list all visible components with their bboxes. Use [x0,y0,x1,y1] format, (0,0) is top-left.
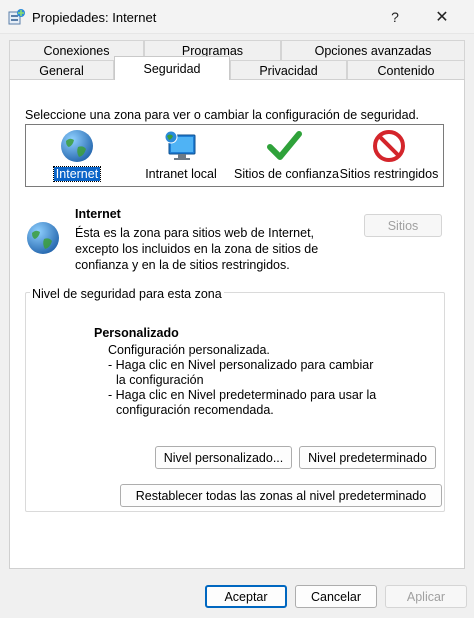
tab-general[interactable]: General [9,60,114,80]
reset-all-zones-button[interactable]: Restablecer todas las zonas al nivel pre… [120,484,442,507]
tab-privacidad[interactable]: Privacidad [230,60,347,80]
zone-restricted-sites[interactable]: Sitios restringidos [337,129,441,181]
description-line: - Haga clic en Nivel personalizado para … [108,358,374,372]
zone-intro-text: Seleccione una zona para ver o cambiar l… [25,108,419,122]
zone-label-internet: Internet [52,166,102,182]
checkmark-icon [267,131,302,160]
security-level-description: Configuración personalizada. - Haga clic… [108,343,376,418]
description-line: configuración recomendada. [116,403,274,417]
sites-button[interactable]: Sitios [364,214,442,237]
zone-list: Internet Intranet local Sitios de confia… [25,124,444,187]
globe-icon [27,222,59,254]
security-level-title: Personalizado [94,326,179,340]
zone-label-restricted: Sitios restringidos [339,167,439,181]
custom-level-button[interactable]: Nivel personalizado... [155,446,292,469]
internet-options-icon [8,9,25,25]
help-button[interactable]: ? [373,0,417,34]
cancel-button[interactable]: Cancelar [295,585,377,608]
zone-label-trusted: Sitios de confianza [234,167,339,181]
ok-button[interactable]: Aceptar [205,585,287,608]
globe-icon [61,130,93,162]
title-bar: Propiedades: Internet ? ✕ [0,0,474,34]
zone-info-title: Internet [75,207,121,221]
description-line: la configuración [116,373,204,387]
security-level-group-label: Nivel de seguridad para esta zona [30,287,224,301]
zone-label-intranet: Intranet local [145,167,217,181]
tab-seguridad[interactable]: Seguridad [114,56,230,80]
zone-internet[interactable]: Internet [44,129,110,182]
close-icon: ✕ [435,9,449,26]
tab-contenido[interactable]: Contenido [347,60,465,80]
monitor-globe-icon [164,130,196,160]
description-line: - Haga clic en Nivel predeterminado para… [108,388,377,402]
apply-button[interactable]: Aplicar [385,585,467,608]
description-line: Configuración personalizada. [108,343,270,357]
window-title: Propiedades: Internet [32,10,157,25]
zone-info-description: Ésta es la zona para sitios web de Inter… [75,226,319,272]
tab-opciones-avanzadas[interactable]: Opciones avanzadas [281,40,465,60]
default-level-button[interactable]: Nivel predeterminado [299,446,436,469]
zone-intranet[interactable]: Intranet local [140,129,222,181]
zone-trusted-sites[interactable]: Sitios de confianza [232,129,339,181]
close-button[interactable]: ✕ [420,0,464,34]
no-entry-icon [373,130,405,162]
help-icon: ? [391,9,399,25]
